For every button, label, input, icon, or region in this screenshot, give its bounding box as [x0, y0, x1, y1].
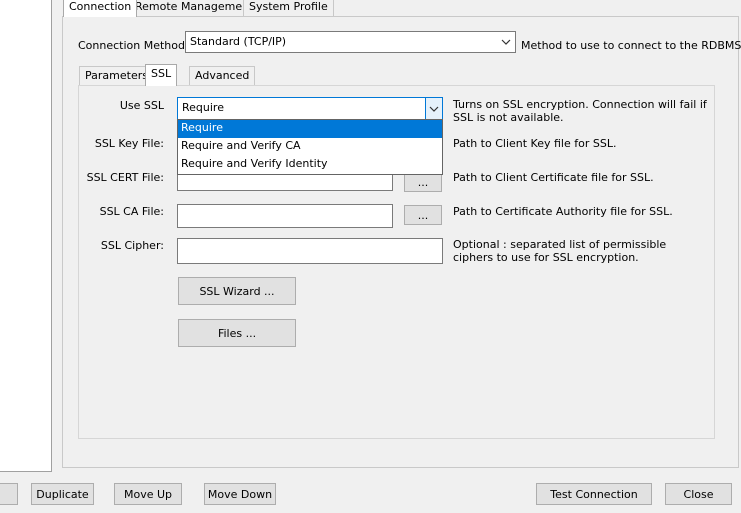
ssl-cert-browse-button[interactable]: ...	[404, 172, 442, 192]
ssl-cipher-input[interactable]	[177, 238, 443, 264]
ssl-cert-file-label: SSL CERT File:	[86, 171, 164, 184]
tab-ssl[interactable]: SSL	[145, 64, 178, 86]
use-ssl-help: Turns on SSL encryption. Connection will…	[453, 98, 707, 124]
ssl-ca-file-help: Path to Certificate Authority file for S…	[453, 205, 673, 218]
connection-method-help: Method to use to connect to the RDBMS	[521, 39, 741, 52]
ssl-key-file-help: Path to Client Key file for SSL.	[453, 137, 617, 150]
chevron-down-icon	[425, 98, 442, 119]
ssl-cert-file-help: Path to Client Certificate file for SSL.	[453, 171, 654, 184]
close-button[interactable]: Close	[665, 483, 732, 505]
connection-method-label: Connection Method:	[78, 39, 189, 52]
use-ssl-value: Require	[182, 101, 224, 114]
new-button-partial[interactable]	[0, 483, 18, 505]
chevron-down-icon	[497, 32, 515, 52]
tab-remote-management[interactable]: Remote Management	[129, 0, 260, 16]
test-connection-button[interactable]: Test Connection	[536, 483, 652, 505]
ssl-key-file-label: SSL Key File:	[94, 137, 164, 150]
option-require-verify-identity[interactable]: Require and Verify Identity	[178, 156, 442, 174]
ssl-cipher-help: Optional : separated list of permissible…	[453, 238, 667, 264]
files-button[interactable]: Files ...	[178, 319, 296, 347]
option-require[interactable]: Require	[178, 120, 442, 138]
connection-method-value: Standard (TCP/IP)	[190, 35, 287, 48]
option-require-verify-ca[interactable]: Require and Verify CA	[178, 138, 442, 156]
duplicate-button[interactable]: Duplicate	[31, 483, 94, 505]
move-up-button[interactable]: Move Up	[114, 483, 182, 505]
tab-connection[interactable]: Connection	[63, 0, 138, 17]
ssl-ca-file-label: SSL CA File:	[99, 205, 164, 218]
ssl-wizard-button[interactable]: SSL Wizard ...	[178, 277, 296, 305]
use-ssl-select[interactable]: Require	[177, 97, 443, 120]
connections-list[interactable]	[0, 0, 52, 472]
use-ssl-label: Use SSL	[119, 99, 164, 112]
tab-advanced[interactable]: Advanced	[189, 66, 256, 85]
connection-method-select[interactable]: Standard (TCP/IP)	[185, 31, 516, 53]
tab-parameters[interactable]: Parameters	[79, 66, 154, 85]
move-down-button[interactable]: Move Down	[204, 483, 276, 505]
tab-system-profile[interactable]: System Profile	[243, 0, 334, 16]
use-ssl-dropdown[interactable]: Require Require and Verify CA Require an…	[177, 119, 443, 175]
ssl-ca-browse-button[interactable]: ...	[404, 205, 442, 225]
ssl-ca-file-input[interactable]	[177, 204, 393, 228]
ssl-cipher-label: SSL Cipher:	[100, 239, 164, 252]
